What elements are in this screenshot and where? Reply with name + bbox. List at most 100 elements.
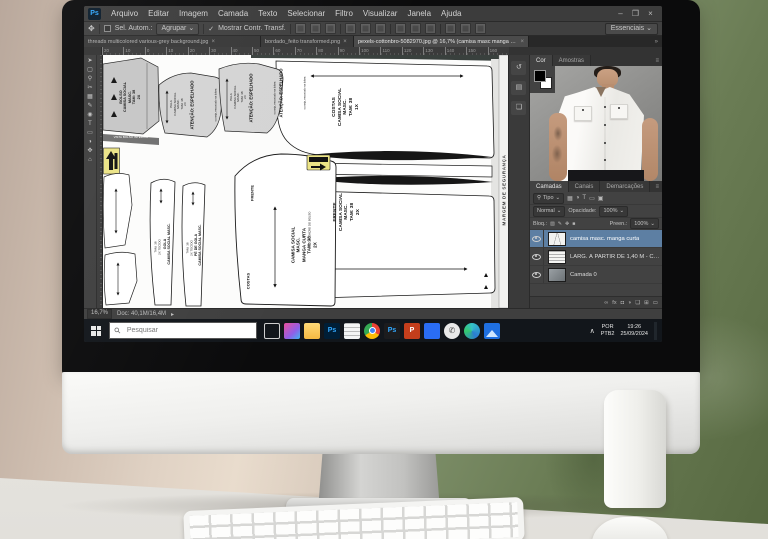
start-button[interactable]	[86, 319, 106, 342]
align-center-h-icon[interactable]	[309, 23, 321, 34]
visibility-toggle[interactable]	[530, 248, 544, 265]
tab-canais[interactable]: Canais	[568, 181, 601, 192]
filter-type-icon[interactable]: T	[582, 195, 586, 201]
lock-position-icon[interactable]: ✥	[565, 221, 569, 227]
layer-row-camada0[interactable]: Camada 0	[529, 266, 662, 284]
visibility-toggle[interactable]	[530, 266, 544, 283]
layer-thumbnail[interactable]	[547, 249, 566, 264]
menu-item-editar[interactable]: Editar	[143, 9, 174, 18]
photos-app-icon[interactable]	[484, 322, 500, 339]
paint3d-icon[interactable]	[284, 322, 300, 339]
foreground-color-swatch[interactable]	[533, 70, 546, 82]
menu-item-filtro[interactable]: Filtro	[330, 9, 358, 18]
close-tab-icon[interactable]: ×	[211, 39, 215, 45]
filter-kind-dropdown[interactable]: ⚲ Tipo ⌄	[532, 192, 565, 204]
menu-item-camada[interactable]: Camada	[213, 9, 253, 18]
new-group-icon[interactable]: ❏	[635, 300, 640, 306]
history-panel-icon[interactable]: ↺	[511, 61, 527, 75]
dodge-tool-icon[interactable]: ◑	[85, 138, 95, 146]
show-transform-check-icon[interactable]: ✓	[208, 25, 214, 33]
align-middle-icon[interactable]	[359, 23, 371, 34]
edge-icon[interactable]	[464, 322, 480, 339]
panel-menu-icon[interactable]: ≡	[655, 55, 662, 66]
delete-layer-icon[interactable]: ▭	[653, 300, 658, 306]
new-layer-icon[interactable]: ⊞	[644, 300, 649, 306]
menu-item-visualizar[interactable]: Visualizar	[358, 9, 403, 18]
chrome-icon[interactable]	[364, 322, 380, 339]
align-left-icon[interactable]	[294, 23, 306, 34]
libraries-panel-icon[interactable]: ❏	[511, 101, 527, 115]
tab-demarcacoes[interactable]: Demarcações	[600, 181, 651, 192]
workspace-switcher[interactable]: Essenciais ⌄	[604, 22, 658, 35]
properties-panel-icon[interactable]: ▤	[511, 81, 527, 95]
crop-tool-icon[interactable]: ✂	[85, 84, 95, 92]
align-bottom-icon[interactable]	[374, 23, 386, 34]
blend-mode-dropdown[interactable]: Normal ⌄	[532, 205, 566, 217]
layer-row-camisa[interactable]: camisa masc. manga curta	[529, 230, 662, 248]
show-desktop-sliver[interactable]	[654, 321, 657, 340]
minimize-button[interactable]: –	[613, 9, 628, 18]
taskbar-search[interactable]: ⚲	[109, 322, 257, 339]
panel-menu-icon[interactable]: ≡	[655, 181, 662, 192]
marquee-tool-icon[interactable]: ▢	[85, 66, 95, 74]
lock-pixels-icon[interactable]: ✎	[558, 221, 562, 227]
distribute-center-icon[interactable]	[459, 23, 471, 34]
tray-expand-icon[interactable]: ∧	[590, 327, 595, 335]
visibility-toggle[interactable]	[530, 230, 544, 247]
powerpoint-icon[interactable]: P	[404, 322, 420, 339]
layer-style-icon[interactable]: fx	[612, 300, 616, 306]
type-tool-icon[interactable]: T	[85, 120, 95, 128]
clock[interactable]: 19:26 25/09/2024	[620, 324, 648, 338]
menu-item-arquivo[interactable]: Arquivo	[106, 9, 143, 18]
blue-app-icon[interactable]	[424, 322, 440, 339]
filter-adjustment-icon[interactable]: ◑	[576, 195, 580, 201]
distribute-top-icon[interactable]	[394, 23, 406, 34]
zoom-level-field[interactable]: 16,7%	[87, 309, 113, 319]
layer-mask-icon[interactable]: ◘	[621, 300, 624, 306]
menu-item-texto[interactable]: Texto	[253, 9, 282, 18]
wand-tool-icon[interactable]: ⚲	[85, 75, 95, 83]
menu-item-selecionar[interactable]: Selecionar	[282, 9, 330, 18]
status-arrow-icon[interactable]: ▸	[171, 311, 174, 318]
notepad-icon[interactable]	[344, 322, 360, 339]
canvas-pattern-sheet[interactable]: BOLSO CAMISA SOCIAL MASC. TAM: 38 2X VIS…	[102, 55, 508, 308]
move-tool-preset-icon[interactable]: ✥	[88, 24, 95, 33]
menu-item-ajuda[interactable]: Ajuda	[436, 9, 466, 18]
close-button[interactable]: ×	[643, 9, 658, 18]
filter-shape-icon[interactable]: ▭	[589, 195, 595, 202]
close-tab-icon[interactable]: ×	[520, 39, 524, 45]
zoom-tool-icon[interactable]: ⌂	[85, 156, 95, 164]
search-input[interactable]	[124, 326, 251, 335]
filter-pixel-icon[interactable]: ▦	[567, 195, 573, 202]
language-indicator[interactable]: POR PTB2	[601, 324, 615, 338]
photoshop-taskbar-icon[interactable]: Ps	[324, 322, 340, 339]
distribute-bottom-icon[interactable]	[424, 23, 436, 34]
whatsapp-icon[interactable]: ✆	[444, 322, 460, 339]
align-right-icon[interactable]	[324, 23, 336, 34]
tab-amostras[interactable]: Amostras	[552, 55, 591, 66]
align-top-icon[interactable]	[344, 23, 356, 34]
doc-tab-threads[interactable]: threads multicolored various-grey backgr…	[84, 36, 261, 47]
doc-tab-bordado[interactable]: bordado_feito transformed.png ×	[261, 36, 354, 47]
group-dropdown[interactable]: Agrupar ⌄	[156, 22, 200, 35]
task-view-icon[interactable]	[264, 322, 280, 339]
shape-tool-icon[interactable]: ▭	[85, 129, 95, 137]
tab-overflow-icon[interactable]: »	[651, 39, 662, 45]
lock-transparency-icon[interactable]: ▨	[550, 221, 555, 227]
hand-tool-icon[interactable]: ✥	[85, 147, 95, 155]
photoshop-alt-icon[interactable]: Ps	[384, 322, 400, 339]
distribute-right-icon[interactable]	[474, 23, 486, 34]
menu-item-janela[interactable]: Janela	[402, 9, 436, 18]
tab-cor[interactable]: Cor	[529, 55, 553, 66]
link-layers-icon[interactable]: ∞	[604, 300, 608, 306]
lock-all-icon[interactable]: ■	[572, 221, 575, 227]
close-tab-icon[interactable]: ×	[343, 39, 347, 45]
filter-smart-icon[interactable]: ▣	[598, 195, 604, 202]
layer-thumbnail[interactable]	[547, 267, 566, 282]
move-tool-icon[interactable]: ➤	[85, 57, 95, 65]
file-explorer-icon[interactable]	[304, 322, 320, 339]
fill-value[interactable]: 100% ⌄	[630, 218, 659, 229]
distribute-middle-icon[interactable]	[409, 23, 421, 34]
opacity-value[interactable]: 100% ⌄	[599, 205, 629, 217]
distribute-left-icon[interactable]	[444, 23, 456, 34]
